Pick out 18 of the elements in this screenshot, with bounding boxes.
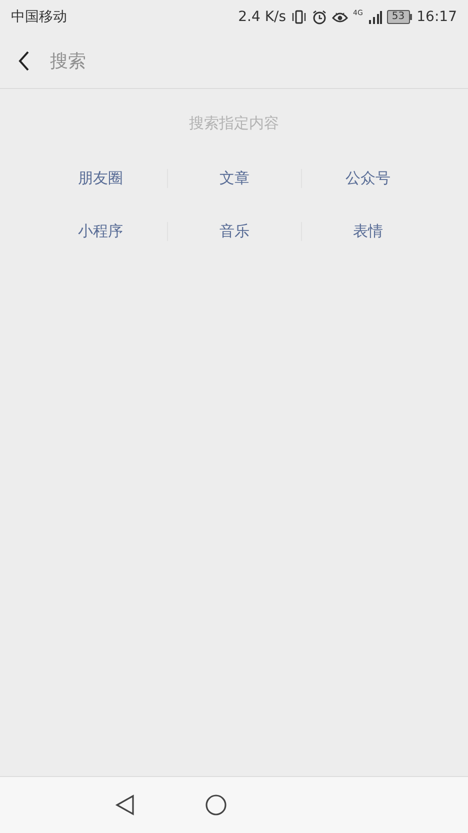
category-link[interactable]: 公众号 [345,169,390,188]
category-link[interactable]: 小程序 [78,222,124,241]
signal-icon [368,10,382,24]
home-button[interactable] [205,794,227,816]
category-link[interactable]: 音乐 [219,222,250,241]
search-field[interactable]: 搜索 [48,50,468,72]
search-hint: 搜索指定内容 [188,114,280,133]
category-link[interactable]: 表情 [352,222,383,241]
eye-icon [332,10,348,24]
vibrate-icon [291,10,308,24]
category-link[interactable]: 文章 [219,169,250,188]
clock-time: 16:17 [416,9,457,25]
category-link[interactable]: 朋友圈 [78,169,124,188]
alarm-icon [312,10,328,24]
carrier-name: 中国移动 [11,8,67,26]
network-speed: 2.4 K/s [238,9,286,25]
battery-icon: 53 [386,10,412,24]
back-nav-button[interactable] [115,794,135,816]
